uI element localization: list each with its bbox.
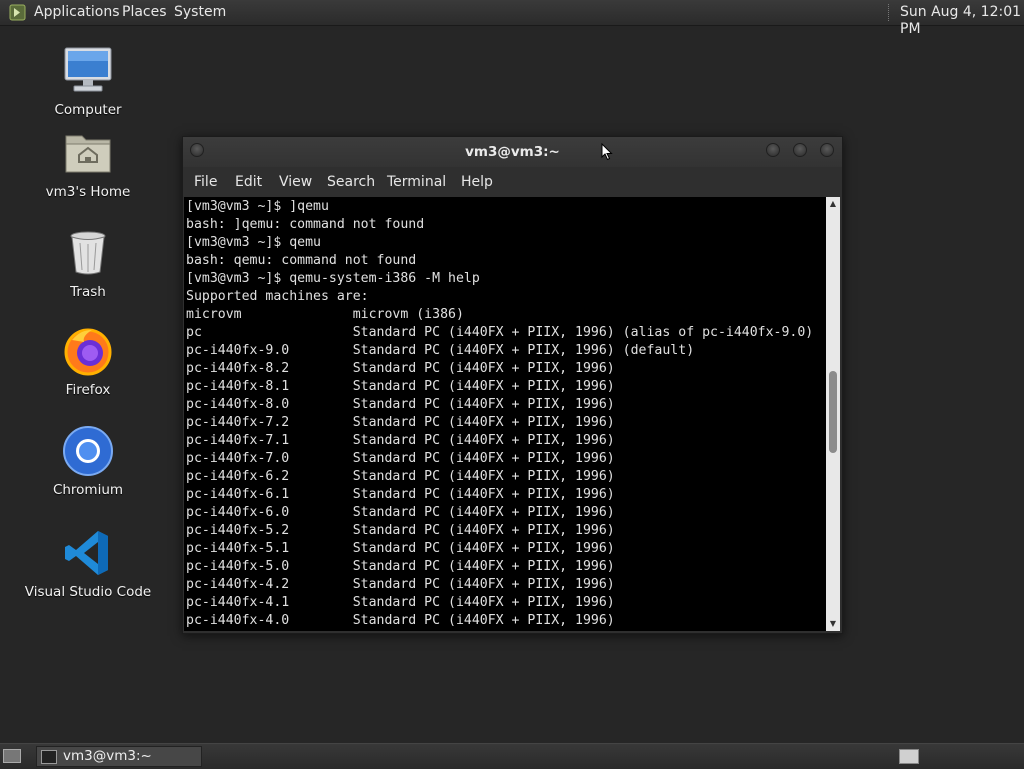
desktop-icon-label: vm3's Home [45, 184, 131, 200]
top-panel: Applications Places System Sun Aug 4, 12… [0, 0, 1024, 37]
menu-edit[interactable]: Edit [235, 174, 262, 191]
desktop-icon-home[interactable]: vm3's Home [23, 128, 153, 200]
terminal-line: pc-i440fx-8.1 Standard PC (i440FX + PIIX… [186, 379, 615, 394]
terminal-menubar: File Edit View Search Terminal Help [183, 167, 842, 197]
menu-terminal[interactable]: Terminal [387, 174, 446, 191]
menu-view[interactable]: View [279, 174, 312, 191]
terminal-line: pc Standard PC (i440FX + PIIX, 1996) (al… [186, 325, 814, 340]
taskbar-window-label: vm3@vm3:~ [63, 748, 152, 764]
terminal-line: pc-i440fx-4.0 Standard PC (i440FX + PIIX… [186, 613, 615, 628]
terminal-line: bash: qemu: command not found [186, 253, 417, 268]
scroll-up-arrow-icon[interactable]: ▲ [828, 200, 838, 208]
terminal-scrollbar[interactable]: ▲ ▼ [826, 197, 840, 631]
distro-logo-icon[interactable] [9, 4, 26, 21]
menu-help[interactable]: Help [461, 174, 493, 191]
desktop-icon-label: Trash [70, 284, 106, 300]
terminal-window[interactable]: vm3@vm3:~ File Edit View Search Terminal… [182, 136, 843, 634]
vscode-icon [65, 531, 108, 575]
terminal-line: pc-i440fx-6.2 Standard PC (i440FX + PIIX… [186, 469, 615, 484]
titlebar[interactable]: vm3@vm3:~ [183, 137, 842, 167]
desktop-icon-label: Firefox [65, 382, 111, 398]
terminal-line: pc-i440fx-5.1 Standard PC (i440FX + PIIX… [186, 541, 615, 556]
chromium-icon [63, 426, 113, 476]
maximize-button[interactable] [793, 143, 807, 157]
close-button[interactable] [820, 143, 834, 157]
firefox-icon [64, 328, 112, 376]
terminal-icon [41, 750, 57, 764]
terminal-line: pc-i440fx-7.2 Standard PC (i440FX + PIIX… [186, 415, 615, 430]
workspace-switcher[interactable] [899, 749, 919, 764]
computer-icon [64, 47, 112, 92]
places-menu[interactable]: Places [122, 4, 167, 21]
clock[interactable]: Sun Aug 4, 12:01 PM [900, 4, 1024, 38]
terminal-line: pc-i440fx-8.0 Standard PC (i440FX + PIIX… [186, 397, 615, 412]
desktop-icon-label: Computer [54, 102, 122, 118]
bottom-panel: vm3@vm3:~ [0, 743, 1024, 769]
desktop-icon-firefox[interactable]: Firefox [23, 326, 153, 398]
terminal-line: pc-i440fx-7.1 Standard PC (i440FX + PIIX… [186, 433, 615, 448]
desktop-icon-label: Chromium [52, 482, 124, 498]
desktop-icon-trash[interactable]: Trash [23, 228, 153, 300]
terminal-line: pc-i440fx-4.1 Standard PC (i440FX + PIIX… [186, 595, 615, 610]
scrollbar-thumb[interactable] [829, 371, 837, 453]
terminal-line: pc-i440fx-6.1 Standard PC (i440FX + PIIX… [186, 487, 615, 502]
terminal-line: Supported machines are: [186, 289, 369, 304]
home-folder-icon [65, 135, 111, 173]
taskbar-window-button[interactable]: vm3@vm3:~ [36, 746, 202, 767]
terminal-line: pc-i440fx-4.2 Standard PC (i440FX + PIIX… [186, 577, 615, 592]
terminal-line: [vm3@vm3 ~]$ qemu [186, 235, 321, 250]
menu-file[interactable]: File [194, 174, 217, 191]
terminal-output[interactable]: [vm3@vm3 ~]$ ]qemu bash: ]qemu: command … [184, 197, 826, 631]
desktop-icon-label: Visual Studio Code [24, 584, 152, 600]
terminal-line: pc-i440fx-9.0 Standard PC (i440FX + PIIX… [186, 343, 695, 358]
desktop-icon-computer[interactable]: Computer [23, 46, 153, 118]
panel-separator [888, 4, 891, 21]
window-title: vm3@vm3:~ [465, 144, 560, 160]
terminal-line: microvm microvm (i386) [186, 307, 464, 322]
mouse-pointer-icon [601, 143, 613, 161]
terminal-line: [vm3@vm3 ~]$ qemu-system-i386 -M help [186, 271, 480, 286]
desktop-icon-chromium[interactable]: Chromium [23, 426, 153, 498]
terminal-line: pc-i440fx-8.2 Standard PC (i440FX + PIIX… [186, 361, 615, 376]
system-menu[interactable]: System [174, 4, 226, 21]
applications-menu[interactable]: Applications [34, 4, 120, 21]
show-desktop-icon[interactable] [3, 749, 21, 763]
terminal-line: bash: ]qemu: command not found [186, 217, 425, 232]
menu-search[interactable]: Search [327, 174, 375, 191]
terminal-line: pc-i440fx-6.0 Standard PC (i440FX + PIIX… [186, 505, 615, 520]
terminal-line: [vm3@vm3 ~]$ ]qemu [186, 199, 329, 214]
desktop-icon-vscode[interactable]: Visual Studio Code [23, 528, 153, 600]
minimize-button[interactable] [766, 143, 780, 157]
trash-icon [70, 231, 106, 275]
terminal-line: pc-i440fx-7.0 Standard PC (i440FX + PIIX… [186, 451, 615, 466]
terminal-line: pc-i440fx-5.0 Standard PC (i440FX + PIIX… [186, 559, 615, 574]
scroll-down-arrow-icon[interactable]: ▼ [828, 620, 838, 628]
terminal-line: pc-i440fx-5.2 Standard PC (i440FX + PIIX… [186, 523, 615, 538]
